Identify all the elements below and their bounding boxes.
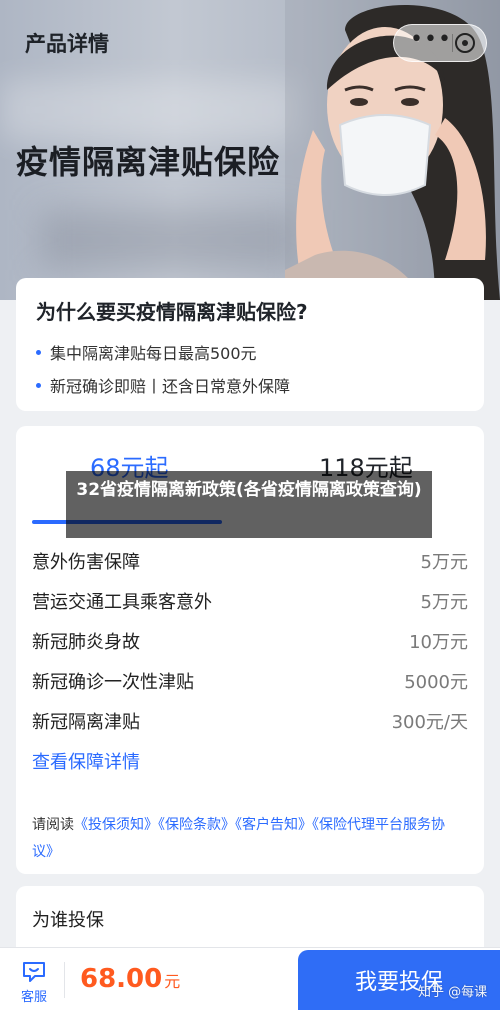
coverage-amount: 5万元 (420, 552, 468, 573)
chat-bubble-icon (23, 962, 45, 982)
customer-service-label: 客服 (20, 990, 47, 1005)
coverage-item: 营运交通工具乘客意外 (32, 592, 212, 613)
price-unit: 元 (164, 972, 181, 991)
doc-link-customer-notice[interactable]: 《客户告知》 (235, 817, 312, 833)
benefit-bullet: 集中隔离津贴每日最高500元 (36, 340, 257, 364)
benefit-text: 集中隔离津贴每日最高500元 (50, 344, 257, 363)
price-value: 68.00 (80, 964, 163, 994)
why-buy-card: 为什么要买疫情隔离津贴保险? 集中隔离津贴每日最高500元 新冠确诊即赔丨还含日… (16, 278, 484, 411)
hero-banner: 产品详情 ••• 疫情隔离津贴保险 (0, 0, 500, 300)
coverage-row: 新冠肺炎身故 10万元 (32, 628, 468, 656)
coverage-amount: 300元/天 (391, 712, 468, 733)
bottom-bar-divider (64, 962, 65, 998)
price-display: 68.00 元 (80, 964, 180, 994)
insured-person-title: 为谁投保 (32, 910, 104, 931)
doc-link-policy-terms[interactable]: 《保险条款》 (158, 817, 235, 833)
view-coverage-details-link[interactable]: 查看保障详情 (32, 748, 140, 774)
doc-link-insurance-notice[interactable]: 《投保须知》 (74, 817, 158, 833)
coverage-row: 营运交通工具乘客意外 5万元 (32, 588, 468, 616)
coverage-item: 意外伤害保障 (32, 552, 140, 573)
coverage-amount: 5万元 (420, 592, 468, 613)
close-icon[interactable] (454, 32, 476, 54)
agreement-prefix: 请阅读 (32, 817, 74, 833)
hero-background-blur (40, 210, 300, 270)
zhihu-watermark: 知乎 @每课 (418, 985, 488, 1000)
coverage-amount: 10万元 (409, 632, 468, 653)
hero-title: 疫情隔离津贴保险 (16, 143, 281, 181)
coverage-row: 新冠隔离津贴 300元/天 (32, 708, 468, 736)
coverage-item: 新冠肺炎身故 (32, 632, 140, 653)
coverage-row: 意外伤害保障 5万元 (32, 548, 468, 576)
buy-insurance-button[interactable]: 我要投保 (298, 950, 500, 1010)
hero-header: 产品详情 ••• (0, 0, 500, 86)
bullet-dot (36, 350, 41, 355)
customer-service-button[interactable]: 客服 (12, 960, 56, 1005)
coverage-row: 新冠确诊一次性津贴 5000元 (32, 668, 468, 696)
coverage-amount: 5000元 (404, 672, 468, 693)
coverage-item: 新冠隔离津贴 (32, 712, 140, 733)
page-title: 产品详情 (25, 32, 109, 56)
article-caption-overlay: 32省疫情隔离新政策(各省疫情隔离政策查询) (66, 471, 432, 538)
agreement-notice: 请阅读《投保须知》《保险条款》《客户告知》《保险代理平台服务协议》 (32, 812, 462, 866)
bullet-dot (36, 383, 41, 388)
hero-background-blur (0, 80, 300, 140)
why-buy-title: 为什么要买疫情隔离津贴保险? (36, 300, 308, 324)
bottom-action-bar: 客服 68.00 元 我要投保 (0, 947, 500, 1010)
mini-program-capsule: ••• (393, 24, 487, 62)
benefit-text: 新冠确诊即赔丨还含日常意外保障 (50, 377, 291, 396)
benefit-bullet: 新冠确诊即赔丨还含日常意外保障 (36, 373, 290, 397)
more-options-button[interactable]: ••• (410, 29, 452, 51)
coverage-item: 新冠确诊一次性津贴 (32, 672, 194, 693)
